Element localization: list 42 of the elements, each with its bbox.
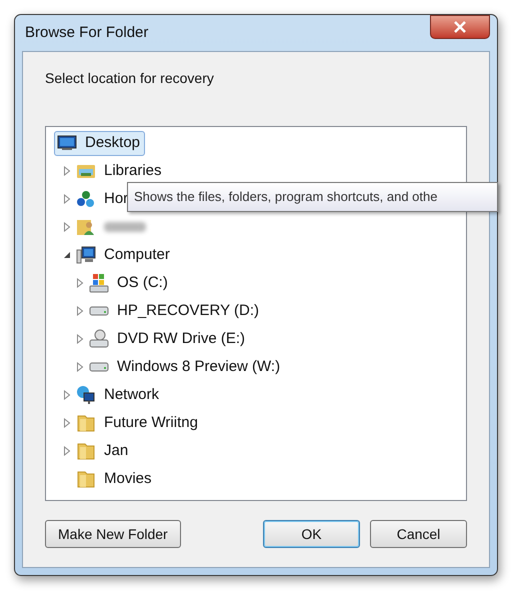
folder-icon (76, 441, 96, 461)
tree-item[interactable]: Libraries (73, 158, 167, 184)
tree-item[interactable]: DVD RW Drive (E:) (86, 326, 250, 352)
tree-item[interactable]: Jan (73, 438, 134, 464)
expand-arrow-icon[interactable] (76, 278, 84, 288)
window-title: Browse For Folder (24, 22, 148, 43)
expand-arrow-icon[interactable] (63, 194, 71, 204)
tooltip: Shows the files, folders, program shortcuts, and othe (127, 182, 498, 212)
tree-item[interactable]: Computer (73, 242, 175, 268)
expand-arrow-icon[interactable] (63, 166, 71, 176)
expand-arrow-icon[interactable] (63, 390, 71, 400)
dialog-button[interactable]: Cancel (370, 520, 467, 548)
tree-item[interactable]: OS (C:) (86, 270, 173, 296)
system-drive-icon (89, 273, 109, 293)
dialog-button[interactable]: OK (263, 520, 360, 548)
network-icon (76, 385, 96, 405)
user-folder-icon (76, 217, 96, 237)
expand-arrow-icon[interactable] (76, 362, 84, 372)
expand-arrow-icon[interactable] (63, 418, 71, 428)
close-icon (453, 21, 467, 33)
folder-icon (76, 469, 96, 489)
tree-item[interactable]: HP_RECOVERY (D:) (86, 298, 264, 324)
instruction-text: Select location for recovery (45, 69, 215, 88)
computer-icon (76, 245, 96, 265)
folder-icon (76, 413, 96, 433)
tree-item[interactable]: Network (73, 382, 164, 408)
drive-icon (89, 362, 109, 372)
monitor-icon (57, 133, 77, 153)
collapse-arrow-icon[interactable] (63, 250, 71, 260)
drive-icon (89, 306, 109, 316)
dvd-drive-icon (89, 329, 109, 349)
tree-item[interactable]: Windows 8 Preview (W:) (86, 354, 286, 380)
dialog-button[interactable]: Make New Folder (45, 520, 181, 548)
tree-item[interactable]: Movies (73, 466, 157, 492)
homegroup-icon (76, 189, 96, 209)
expand-arrow-icon[interactable] (76, 306, 84, 316)
expand-arrow-icon[interactable] (63, 446, 71, 456)
expand-arrow-icon[interactable] (63, 222, 71, 232)
tree-item[interactable]: Future Wriitng (73, 410, 203, 436)
expand-arrow-icon[interactable] (76, 334, 84, 344)
close-button[interactable] (430, 15, 490, 39)
tree-item[interactable]: Desktop (54, 130, 146, 156)
